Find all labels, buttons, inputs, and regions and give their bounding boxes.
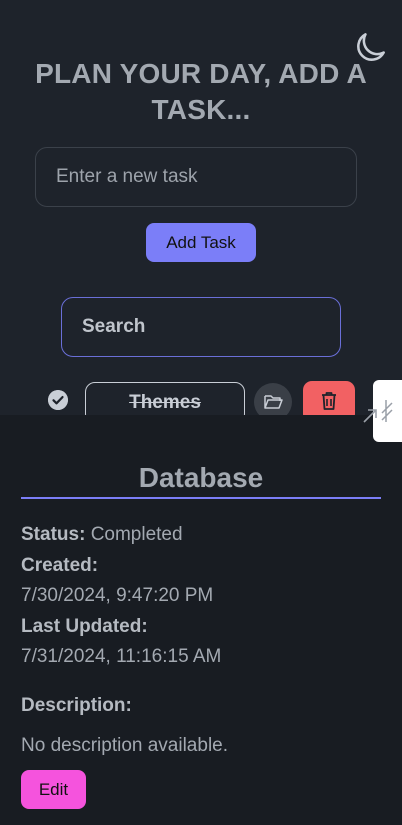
created-value: 7/30/2024, 9:47:20 PM: [21, 585, 214, 606]
task-area: PLAN YOUR DAY, ADD A TASK... Add Task Th…: [0, 0, 402, 424]
status-value: Completed: [90, 524, 183, 545]
page-title: PLAN YOUR DAY, ADD A TASK...: [35, 58, 367, 125]
updated-label: Last Updated:: [21, 616, 148, 637]
description-label: Description:: [21, 695, 132, 716]
description-value: No description available.: [21, 735, 229, 756]
search-input[interactable]: [61, 297, 341, 357]
close-icon[interactable]: [362, 408, 378, 424]
new-task-input[interactable]: [35, 147, 357, 207]
updated-value: 7/31/2024, 11:16:15 AM: [21, 646, 222, 667]
title-divider: [21, 497, 381, 499]
created-label-row: Created:: [21, 554, 98, 578]
created-label: Created:: [21, 555, 99, 576]
add-task-button[interactable]: Add Task: [146, 223, 256, 262]
description-label-row: Description:: [21, 694, 132, 718]
status-label: Status:: [21, 524, 86, 545]
updated-label-row: Last Updated:: [21, 615, 148, 639]
check-circle-icon[interactable]: [48, 390, 68, 410]
details-title: Database: [138, 462, 264, 493]
edit-button[interactable]: Edit: [21, 770, 86, 809]
status-row: Status: Completed: [21, 523, 183, 547]
